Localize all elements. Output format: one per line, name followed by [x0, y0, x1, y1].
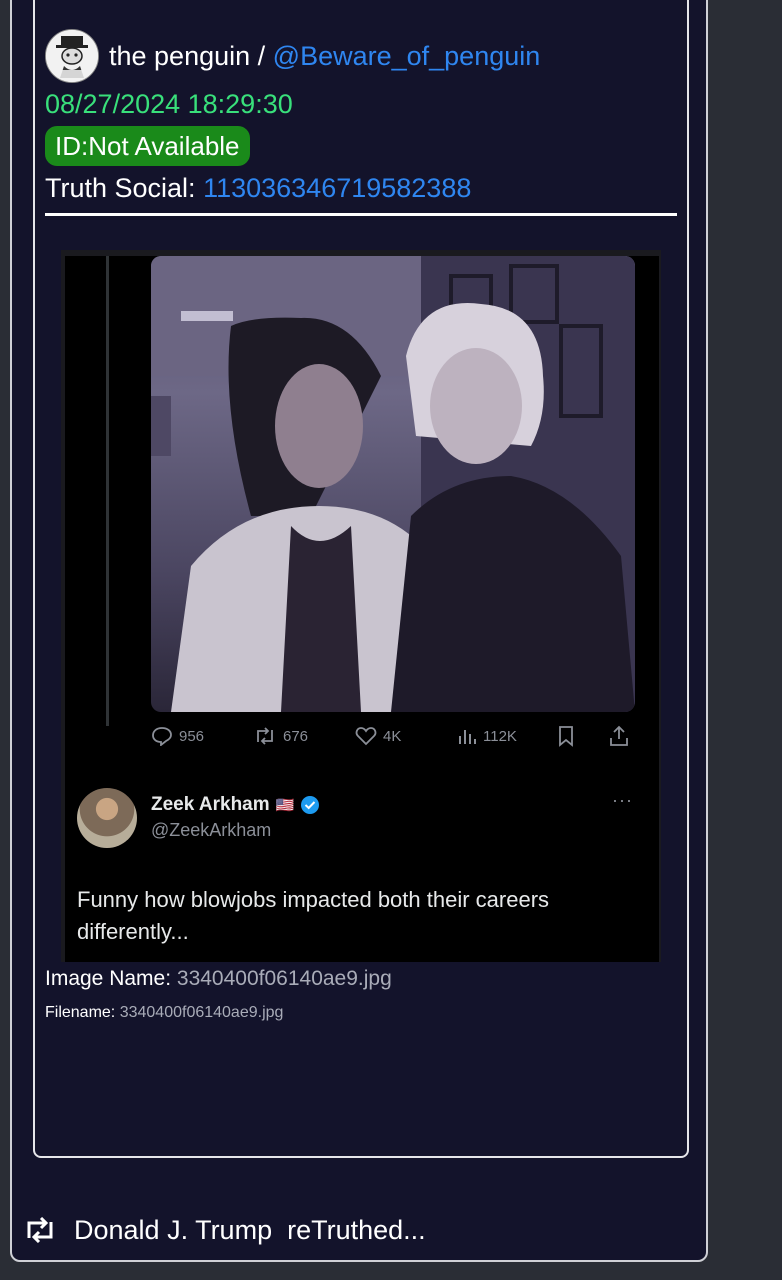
- repost-count: 676: [283, 727, 309, 745]
- bookmark-icon: [559, 726, 573, 747]
- tweet-author-row: Zeek Arkham 🇺🇸 @ZeekArkham ···: [77, 784, 637, 848]
- image-name-label: Image Name:: [45, 967, 177, 990]
- reply-count: 956: [179, 727, 205, 745]
- penguin-avatar-icon: [46, 30, 98, 82]
- tweet-screenshot: 956 676 4K 112K Zeek Arkham 🇺🇸 @ZeekArkh…: [65, 256, 659, 962]
- bookmark-stat[interactable]: [557, 725, 609, 747]
- thread-line: [106, 256, 109, 726]
- post-header: the penguin / @Beware_of_penguin: [45, 28, 540, 84]
- views-stat[interactable]: 112K: [457, 726, 557, 746]
- tweet-stats-bar: 956 676 4K 112K: [151, 722, 635, 750]
- truth-social-label: Truth Social:: [45, 173, 204, 203]
- reply-stat[interactable]: 956: [151, 726, 253, 746]
- more-options-icon[interactable]: ···: [612, 790, 633, 811]
- author-avatar[interactable]: [45, 29, 99, 83]
- views-chart-icon: [459, 730, 476, 744]
- tweet-author-avatar[interactable]: [77, 788, 137, 848]
- tweet-author-name: Zeek Arkham: [151, 794, 270, 815]
- author-handle-link[interactable]: @Beware_of_penguin: [273, 41, 541, 71]
- heart-icon: [355, 727, 377, 746]
- retruth-icon: [27, 1217, 53, 1243]
- like-stat[interactable]: 4K: [355, 726, 457, 746]
- tweet-photo: [151, 256, 635, 712]
- attached-image[interactable]: 956 676 4K 112K Zeek Arkham 🇺🇸 @ZeekArkh…: [61, 250, 661, 962]
- id-badge: ID:Not Available: [45, 126, 250, 166]
- image-name-value: 3340400f06140ae9.jpg: [176, 967, 392, 990]
- truth-social-id-link[interactable]: 113036346719582388: [203, 173, 471, 203]
- reply-icon: [152, 727, 172, 746]
- tweet-author-name-row[interactable]: Zeek Arkham 🇺🇸: [151, 794, 320, 816]
- repost-icon: [257, 727, 273, 745]
- author-line: the penguin / @Beware_of_penguin: [109, 41, 540, 72]
- image-name-line: Image Name: 3340400f06140ae9.jpg: [45, 967, 392, 991]
- like-count: 4K: [383, 727, 402, 745]
- tweet-author-handle: @ZeekArkham: [151, 820, 272, 840]
- retruth-text: Donald J. Trump reTruthed...: [74, 1214, 426, 1245]
- name-separator: /: [250, 40, 273, 71]
- us-flag-icon: 🇺🇸: [275, 797, 295, 814]
- tweet-text: Funny how blowjobs impacted both their c…: [77, 887, 550, 944]
- author-name: the penguin: [109, 40, 251, 71]
- share-icon: [610, 725, 628, 746]
- filename-value: 3340400f06140ae9.jpg: [119, 1004, 284, 1021]
- verified-badge-icon: [301, 796, 320, 814]
- views-count: 112K: [483, 727, 517, 745]
- post-timestamp: 08/27/2024 18:29:30: [45, 89, 293, 119]
- share-stat[interactable]: [609, 725, 635, 747]
- truth-social-line: Truth Social: 113036346719582388: [45, 173, 471, 204]
- header-divider: [45, 213, 677, 216]
- filename-line: Filename: 3340400f06140ae9.jpg: [45, 1004, 283, 1022]
- retruth-line: Donald J. Trump reTruthed...: [22, 1210, 426, 1250]
- photo-illustration: [151, 256, 635, 712]
- repost-stat[interactable]: 676: [253, 726, 355, 746]
- filename-label: Filename:: [45, 1004, 120, 1021]
